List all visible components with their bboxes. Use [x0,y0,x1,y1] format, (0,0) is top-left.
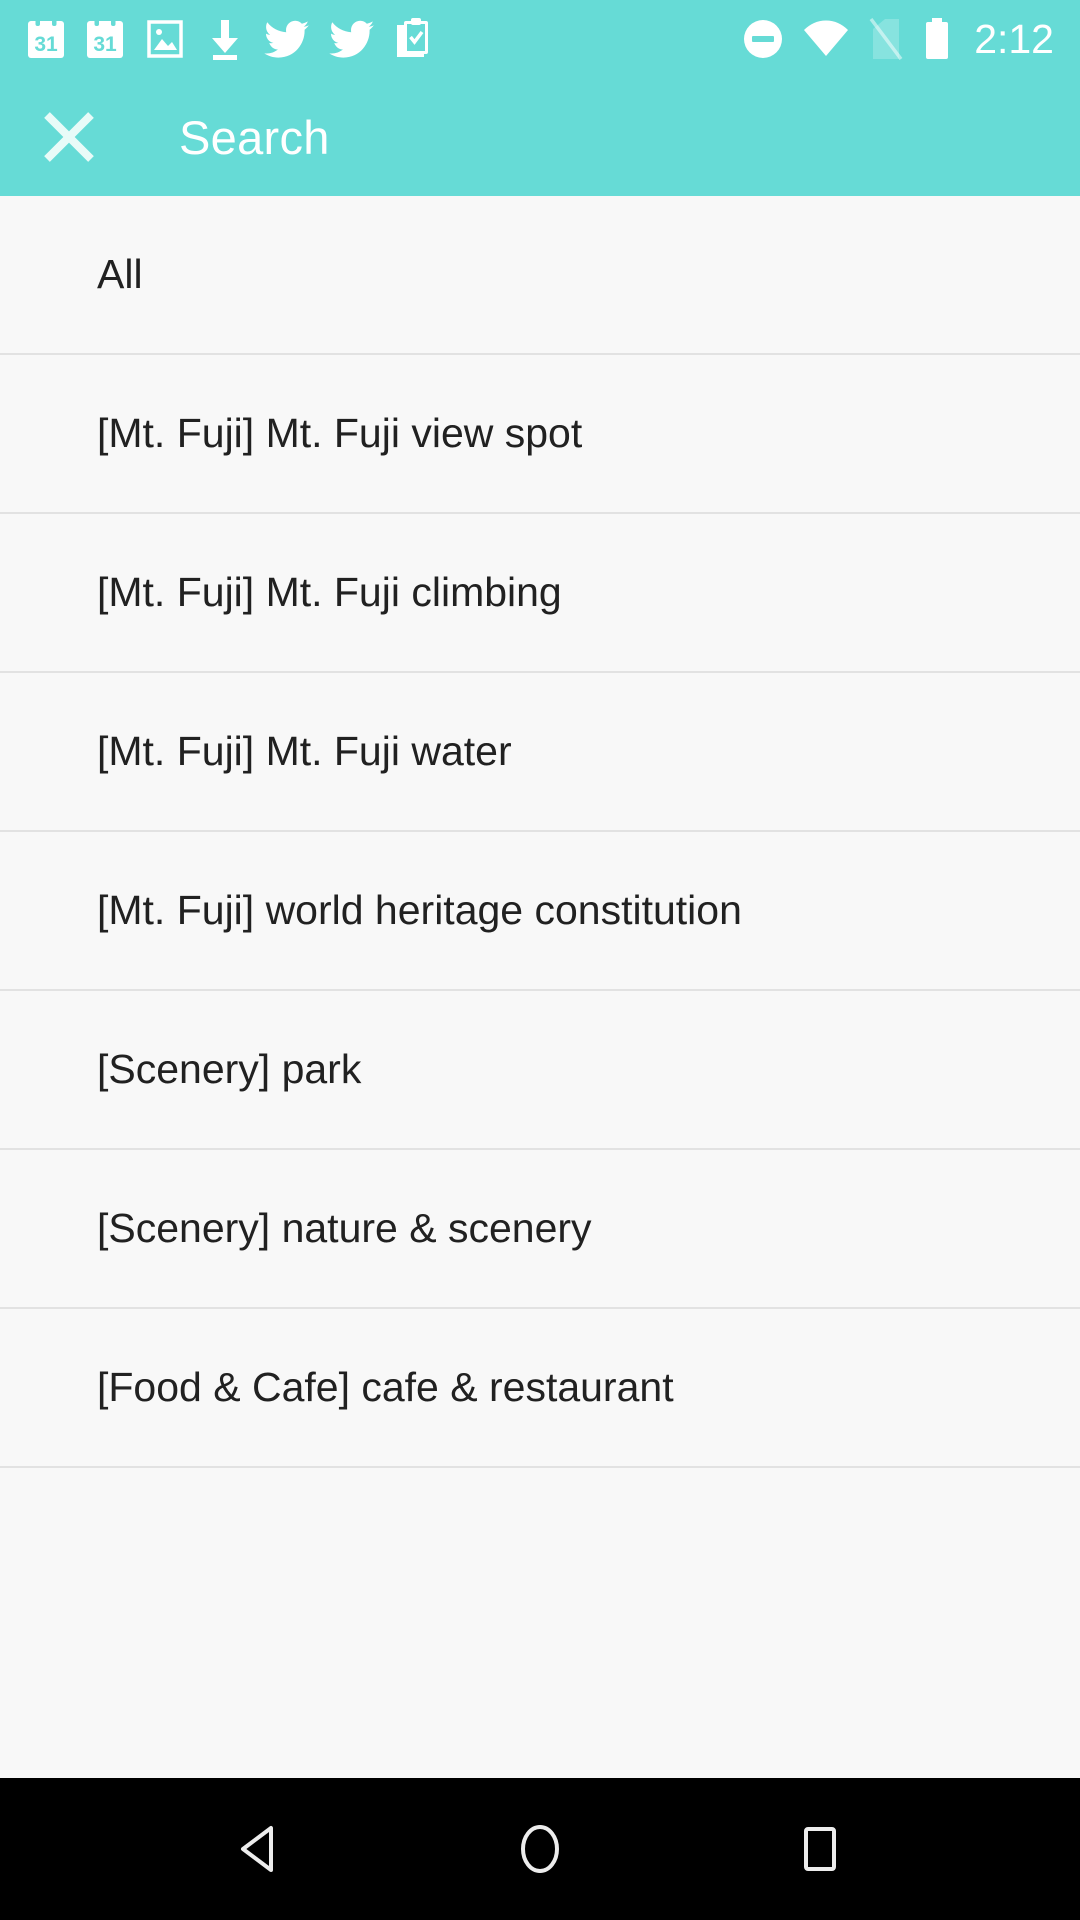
status-bar-notification-icons: 31 31 [26,17,434,61]
status-bar: 31 31 2:12 [0,0,1080,78]
system-navigation-bar [0,1778,1080,1920]
wifi-icon [802,18,850,60]
page-title: Search [179,110,330,164]
app-bar: Search [0,78,1080,196]
recents-square-icon [804,1827,836,1871]
twitter-icon [329,18,375,60]
status-bar-clock: 2:12 [974,15,1054,62]
back-button[interactable] [200,1794,320,1904]
status-bar-system-icons: 2:12 [741,17,1054,61]
twitter-icon [264,18,310,60]
close-icon [44,112,94,162]
do-not-disturb-icon [741,17,785,61]
search-suggestion-list[interactable]: All [Mt. Fuji] Mt. Fuji view spot [Mt. F… [0,196,1080,1778]
home-circle-icon [521,1825,559,1873]
recents-button[interactable] [760,1794,880,1904]
list-item[interactable]: [Mt. Fuji] Mt. Fuji view spot [0,355,1080,514]
image-icon [144,18,186,60]
download-icon [205,17,245,61]
battery-icon [922,17,952,61]
list-item-label: [Scenery] nature & scenery [97,1204,592,1251]
list-item-label: [Food & Cafe] cafe & restaurant [97,1363,674,1410]
close-button[interactable] [32,100,106,174]
list-item-label: [Mt. Fuji] world heritage constitution [97,886,742,933]
back-triangle-icon [241,1826,273,1872]
calendar-icon: 31 [85,18,125,60]
list-item-label: [Mt. Fuji] Mt. Fuji water [97,727,512,774]
list-item[interactable]: [Mt. Fuji] Mt. Fuji water [0,673,1080,832]
list-item-label: [Mt. Fuji] Mt. Fuji view spot [97,409,583,456]
home-button[interactable] [480,1794,600,1904]
phone-screen: 31 31 2:12 Search All [Mt. Fuji] Mt. Fuj… [0,0,1080,1920]
list-item[interactable]: [Food & Cafe] cafe & restaurant [0,1309,1080,1468]
list-item[interactable]: [Mt. Fuji] world heritage constitution [0,832,1080,991]
list-item[interactable]: All [0,196,1080,355]
clipboard-check-icon [394,17,434,61]
calendar-icon: 31 [26,18,66,60]
list-item-label: [Scenery] park [97,1045,362,1092]
list-item-label: [Mt. Fuji] Mt. Fuji climbing [97,568,562,615]
list-item[interactable]: [Scenery] park [0,991,1080,1150]
sim-card-off-icon [867,17,905,61]
list-item-label: All [97,250,143,297]
list-item[interactable]: [Scenery] nature & scenery [0,1150,1080,1309]
list-item[interactable]: [Mt. Fuji] Mt. Fuji climbing [0,514,1080,673]
svg-text:31: 31 [93,33,117,56]
svg-text:31: 31 [34,33,58,56]
